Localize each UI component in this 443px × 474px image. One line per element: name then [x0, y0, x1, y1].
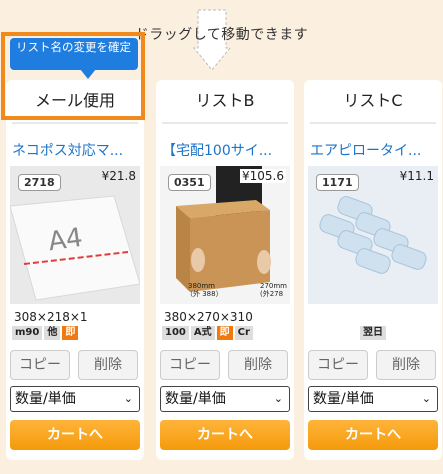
- add-to-cart-button[interactable]: カートへ: [308, 420, 438, 450]
- rename-confirm-tooltip: リスト名の変更を確定: [10, 38, 138, 79]
- list-name-field[interactable]: リストC: [304, 86, 442, 116]
- list-name-field[interactable]: リストB: [156, 86, 294, 116]
- list-column: メール便用 ネコポス対応マ... 2718 ¥21.8 A4 308×218×1…: [6, 80, 144, 460]
- product-name-link[interactable]: 【宅配100サイ...: [162, 140, 290, 160]
- box-dimension-label: 380mm: [188, 282, 215, 290]
- tag-shipping: m90: [12, 326, 43, 340]
- tag-instant: 即: [62, 326, 79, 340]
- list-column: リストB 【宅配100サイ... 0351 ¥105.6 380mm （外 38…: [156, 80, 294, 460]
- list-name-field[interactable]: メール便用: [6, 86, 144, 116]
- product-name-link[interactable]: ネコポス対応マ...: [12, 140, 140, 160]
- tag-size: 100: [162, 326, 189, 340]
- select-value: 数量/単価: [165, 391, 226, 407]
- tag-instant: 即: [216, 326, 233, 340]
- product-code-badge: 0351: [168, 174, 211, 191]
- chevron-down-icon: ⌄: [273, 392, 283, 405]
- add-to-cart-button[interactable]: カートへ: [160, 420, 290, 450]
- product-code-badge: 1171: [316, 174, 359, 191]
- product-image[interactable]: 1171 ¥11.1: [308, 166, 438, 304]
- delete-button[interactable]: 削除: [376, 350, 436, 380]
- tag-next-day: 翌日: [360, 326, 386, 340]
- tag-type: A式: [190, 326, 215, 340]
- quantity-price-select[interactable]: 数量/単価 ⌄: [308, 386, 438, 412]
- copy-button[interactable]: コピー: [160, 350, 220, 380]
- divider: [310, 122, 436, 124]
- select-value: 数量/単価: [15, 391, 76, 407]
- divider: [162, 122, 288, 124]
- product-size: 380×270×310: [164, 310, 253, 324]
- product-size: 308×218×1: [14, 310, 88, 324]
- chevron-down-icon: ⌄: [123, 392, 133, 405]
- list-column: リストC エアピロータイ... 1171 ¥11.1 翌日 コピー 削除 数量/…: [304, 80, 442, 460]
- product-tags: m90 他 即: [12, 326, 79, 340]
- copy-button[interactable]: コピー: [10, 350, 70, 380]
- divider: [12, 122, 138, 124]
- box-dimension-label: （外 388）: [186, 289, 223, 298]
- quantity-price-select[interactable]: 数量/単価 ⌄: [10, 386, 140, 412]
- product-price: ¥105.6: [240, 169, 286, 183]
- tag-other: 他: [44, 326, 61, 340]
- product-price: ¥21.8: [101, 169, 136, 183]
- select-value: 数量/単価: [313, 391, 374, 407]
- chevron-down-icon: ⌄: [421, 392, 431, 405]
- copy-button[interactable]: コピー: [308, 350, 368, 380]
- product-price: ¥11.1: [399, 169, 434, 183]
- product-tags: 100 A式 即 Cr: [162, 326, 253, 340]
- delete-button[interactable]: 削除: [228, 350, 288, 380]
- product-code-badge: 2718: [18, 174, 61, 191]
- product-image[interactable]: 0351 ¥105.6 380mm （外 388） 270mm (外278: [160, 166, 290, 304]
- product-tags: 翌日: [360, 326, 386, 340]
- box-dimension-label: (外278: [260, 289, 283, 298]
- product-image[interactable]: 2718 ¥21.8 A4: [10, 166, 140, 304]
- tag-grade: Cr: [234, 326, 253, 340]
- product-name-link[interactable]: エアピロータイ...: [310, 140, 438, 160]
- add-to-cart-button[interactable]: カートへ: [10, 420, 140, 450]
- delete-button[interactable]: 削除: [78, 350, 138, 380]
- quantity-price-select[interactable]: 数量/単価 ⌄: [160, 386, 290, 412]
- envelope-label: A4: [46, 223, 84, 257]
- box-dimension-label: 270mm: [260, 282, 287, 290]
